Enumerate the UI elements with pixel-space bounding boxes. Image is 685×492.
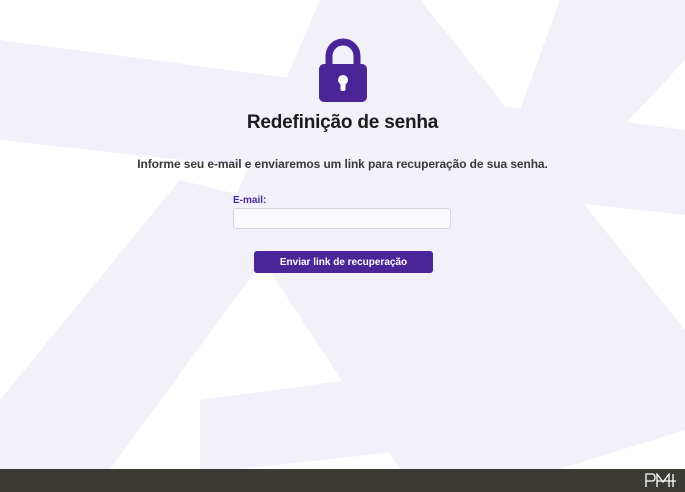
page-title: Redefinição de senha (246, 112, 439, 133)
lock-icon (319, 38, 367, 102)
footer-bar (0, 469, 685, 492)
password-reset-panel: Redefinição de senha Informe seu e-mail … (0, 0, 685, 469)
instructions-text: Informe seu e-mail e enviaremos um link … (137, 157, 548, 171)
brand-logo-icon (645, 473, 676, 487)
email-field[interactable] (233, 208, 451, 229)
send-recovery-link-button[interactable]: Enviar link de recuperação (254, 251, 433, 273)
email-label: E-mail: (233, 195, 267, 206)
